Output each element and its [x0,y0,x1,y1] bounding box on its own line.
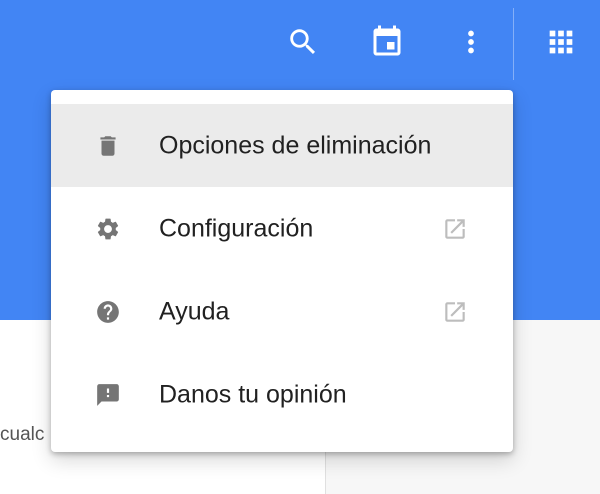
background-text: cualc [0,424,45,445]
feedback-icon [95,382,121,408]
calendar-icon[interactable] [367,22,407,62]
overflow-menu: Opciones de eliminación Configuración Ay… [51,90,513,452]
appbar-divider [513,8,514,80]
trash-icon [95,133,121,159]
menu-item-feedback[interactable]: Danos tu opinión [51,353,513,436]
open-in-new-icon [442,216,468,242]
search-icon[interactable] [283,22,323,62]
menu-item-settings[interactable]: Configuración [51,187,513,270]
gear-icon [95,216,121,242]
help-icon [95,299,121,325]
menu-item-label: Configuración [159,214,314,242]
menu-item-label: Danos tu opinión [159,380,347,408]
open-in-new-icon [442,299,468,325]
more-vert-icon[interactable] [451,22,491,62]
menu-item-delete-options[interactable]: Opciones de eliminación [51,104,513,187]
menu-item-label: Ayuda [159,297,230,325]
menu-item-label: Opciones de eliminación [159,131,432,159]
apps-grid-icon[interactable] [541,22,581,62]
menu-item-help[interactable]: Ayuda [51,270,513,353]
